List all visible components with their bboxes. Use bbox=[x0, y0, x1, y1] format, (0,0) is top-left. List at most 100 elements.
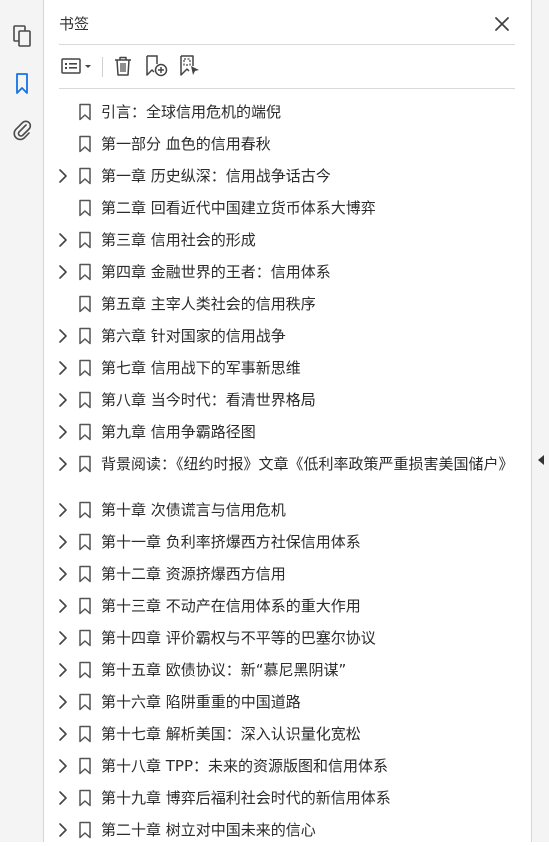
bookmark-item[interactable]: 第四章 金融世界的王者：信用体系 bbox=[45, 256, 531, 288]
bookmark-icon bbox=[78, 359, 92, 377]
expand-chevron-icon[interactable] bbox=[57, 534, 69, 550]
expand-chevron-icon[interactable] bbox=[57, 232, 69, 248]
bookmark-item[interactable]: 第十八章 TPP：未来的资源版图和信用体系 bbox=[45, 750, 531, 782]
bookmark-label: 第十二章 资源挤爆西方信用 bbox=[101, 565, 286, 583]
expand-chevron-icon[interactable] bbox=[57, 360, 69, 376]
expand-chevron-icon[interactable] bbox=[57, 502, 69, 518]
bookmark-item[interactable]: 第十九章 博弈后福利社会时代的新信用体系 bbox=[45, 782, 531, 814]
bookmark-item[interactable]: 第十三章 不动产在信用体系的重大作用 bbox=[45, 590, 531, 622]
bookmark-item[interactable]: 第二章 回看近代中国建立货币体系大博弈 bbox=[45, 192, 531, 224]
bookmark-label: 第十五章 欧债协议：新“慕尼黑阴谋” bbox=[101, 661, 347, 679]
bookmark-icon bbox=[78, 597, 92, 615]
bookmark-label: 第一章 历史纵深：信用战争话古今 bbox=[101, 167, 331, 185]
page-thumbnails-icon[interactable] bbox=[8, 22, 36, 50]
expand-chevron-icon[interactable] bbox=[57, 662, 69, 678]
bookmark-item[interactable]: 引言：全球信用危机的端倪 bbox=[45, 96, 531, 128]
bookmark-label: 第七章 信用战下的军事新思维 bbox=[101, 359, 301, 377]
expand-chevron-icon[interactable] bbox=[57, 566, 69, 582]
bookmark-item[interactable]: 第一章 历史纵深：信用战争话古今 bbox=[45, 160, 531, 192]
bookmark-item[interactable]: 第二十章 树立对中国未来的信心 bbox=[45, 814, 531, 846]
bookmark-icon bbox=[78, 455, 92, 473]
bookmark-label: 第四章 金融世界的王者：信用体系 bbox=[101, 263, 331, 281]
bookmark-label: 第六章 针对国家的信用战争 bbox=[101, 327, 286, 345]
bookmark-icon bbox=[78, 533, 92, 551]
bookmark-label: 第十四章 评价霸权与不平等的巴塞尔协议 bbox=[101, 629, 376, 647]
bookmark-label: 第十八章 TPP：未来的资源版图和信用体系 bbox=[101, 757, 389, 775]
expand-chevron-icon[interactable] bbox=[57, 168, 69, 184]
toolbar-separator bbox=[102, 57, 103, 77]
expand-chevron-icon[interactable] bbox=[57, 264, 69, 280]
bookmark-icon bbox=[78, 423, 92, 441]
attachments-icon[interactable] bbox=[8, 116, 36, 144]
bookmark-icon bbox=[78, 135, 92, 153]
panel-title: 书签 bbox=[59, 15, 90, 33]
bookmark-from-selection-icon[interactable] bbox=[177, 52, 203, 80]
bookmark-item[interactable]: 第十二章 资源挤爆西方信用 bbox=[45, 558, 531, 590]
panel-edge bbox=[531, 0, 549, 842]
bookmarks-panel: 书签 引言：全球信用危机的端倪 第一部分 血色的信用春秋 第一章 历史纵深：信用… bbox=[45, 0, 531, 842]
divider bbox=[59, 88, 515, 89]
bookmark-item[interactable]: 背景阅读：《纽约时报》文章《低利率政策严重损害美国储户》 bbox=[45, 448, 531, 494]
expand-chevron-icon[interactable] bbox=[57, 328, 69, 344]
expand-chevron-icon[interactable] bbox=[57, 726, 69, 742]
bookmark-icon bbox=[78, 661, 92, 679]
bookmark-item[interactable]: 第十章 次债谎言与信用危机 bbox=[45, 494, 531, 526]
bookmark-item[interactable]: 第八章 当今时代：看清世界格局 bbox=[45, 384, 531, 416]
bookmark-icon bbox=[78, 501, 92, 519]
bookmark-item[interactable]: 第七章 信用战下的军事新思维 bbox=[45, 352, 531, 384]
bookmark-item[interactable]: 第一部分 血色的信用春秋 bbox=[45, 128, 531, 160]
bookmark-icon bbox=[78, 103, 92, 121]
bookmark-label: 第一部分 血色的信用春秋 bbox=[101, 135, 271, 153]
bookmark-label: 第三章 信用社会的形成 bbox=[101, 231, 256, 249]
bookmark-item[interactable]: 第十七章 解析美国：深入认识量化宽松 bbox=[45, 718, 531, 750]
bookmark-item[interactable]: 第十五章 欧债协议：新“慕尼黑阴谋” bbox=[45, 654, 531, 686]
expand-chevron-icon[interactable] bbox=[57, 694, 69, 710]
bookmark-item[interactable]: 第十四章 评价霸权与不平等的巴塞尔协议 bbox=[45, 622, 531, 654]
bookmark-item[interactable]: 第五章 主宰人类社会的信用秩序 bbox=[45, 288, 531, 320]
bookmark-icon bbox=[78, 789, 92, 807]
bookmark-label: 第十七章 解析美国：深入认识量化宽松 bbox=[101, 725, 361, 743]
bookmark-item[interactable]: 第六章 针对国家的信用战争 bbox=[45, 320, 531, 352]
panel-header: 书签 bbox=[59, 12, 519, 36]
divider bbox=[59, 44, 515, 45]
expand-chevron-icon[interactable] bbox=[57, 392, 69, 408]
bookmark-item[interactable]: 第十六章 陷阱重重的中国道路 bbox=[45, 686, 531, 718]
new-bookmark-icon[interactable] bbox=[143, 52, 169, 80]
bookmark-label: 第九章 信用争霸路径图 bbox=[101, 423, 256, 441]
bookmark-label: 第十九章 博弈后福利社会时代的新信用体系 bbox=[101, 789, 391, 807]
bookmark-label: 第十章 次债谎言与信用危机 bbox=[101, 501, 286, 519]
expand-chevron-icon[interactable] bbox=[57, 456, 69, 472]
expand-chevron-icon[interactable] bbox=[57, 598, 69, 614]
expand-chevron-icon[interactable] bbox=[57, 822, 69, 838]
bookmark-item[interactable]: 第三章 信用社会的形成 bbox=[45, 224, 531, 256]
bookmark-icon bbox=[78, 327, 92, 345]
bookmark-label: 第十六章 陷阱重重的中国道路 bbox=[101, 693, 301, 711]
bookmarks-icon[interactable] bbox=[8, 70, 36, 98]
bookmark-icon bbox=[78, 565, 92, 583]
bookmark-icon bbox=[78, 725, 92, 743]
bookmark-icon bbox=[78, 693, 92, 711]
expand-chevron-icon[interactable] bbox=[57, 758, 69, 774]
collapse-panel-icon[interactable] bbox=[537, 452, 545, 468]
bookmark-item[interactable]: 第十一章 负利率挤爆西方社保信用体系 bbox=[45, 526, 531, 558]
bookmark-label: 第二章 回看近代中国建立货币体系大博弈 bbox=[101, 199, 376, 217]
delete-icon[interactable] bbox=[111, 52, 135, 80]
bookmark-label: 第八章 当今时代：看清世界格局 bbox=[101, 391, 316, 409]
bookmark-icon bbox=[78, 757, 92, 775]
bookmark-icon bbox=[78, 629, 92, 647]
expand-chevron-icon[interactable] bbox=[57, 630, 69, 646]
bookmark-icon bbox=[78, 231, 92, 249]
bookmark-label: 第十一章 负利率挤爆西方社保信用体系 bbox=[101, 533, 361, 551]
bookmark-icon bbox=[78, 199, 92, 217]
bookmark-icon bbox=[78, 391, 92, 409]
navigation-rail bbox=[0, 0, 44, 842]
expand-chevron-icon[interactable] bbox=[57, 790, 69, 806]
expand-chevron-icon[interactable] bbox=[57, 424, 69, 440]
bookmark-item[interactable]: 第九章 信用争霸路径图 bbox=[45, 416, 531, 448]
bookmark-icon bbox=[78, 263, 92, 281]
bookmark-label: 第二十章 树立对中国未来的信心 bbox=[101, 821, 316, 839]
bookmark-label: 第十三章 不动产在信用体系的重大作用 bbox=[101, 597, 361, 615]
options-menu-icon[interactable] bbox=[59, 52, 95, 80]
bookmark-icon bbox=[78, 295, 92, 313]
close-icon[interactable] bbox=[491, 13, 513, 35]
